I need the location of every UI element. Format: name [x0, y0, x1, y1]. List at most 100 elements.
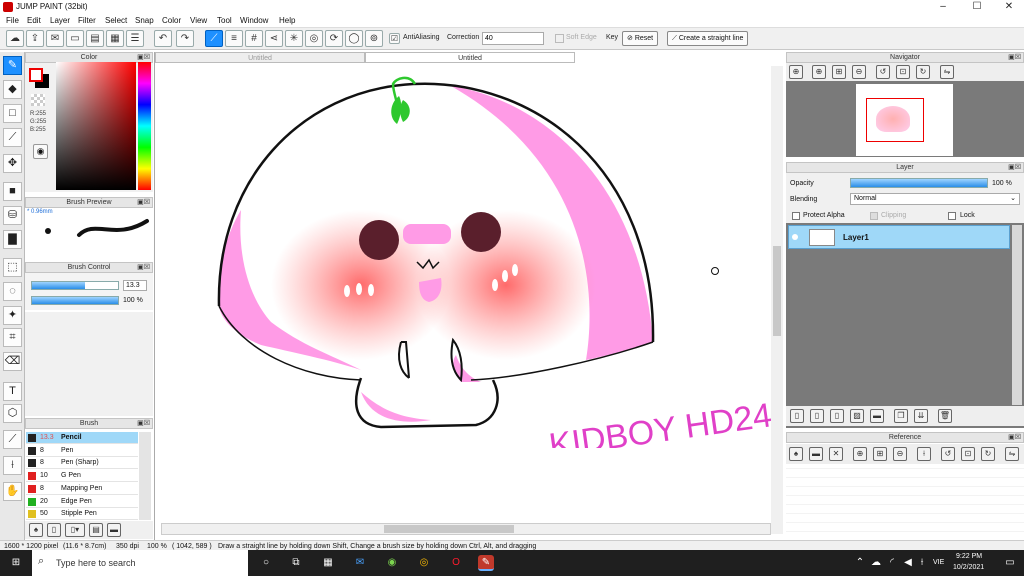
brush-settings-icon[interactable]: ♠: [29, 523, 43, 537]
canvas-horizontal-scrollbar[interactable]: [161, 523, 771, 535]
eraser-tool-icon[interactable]: ◆: [3, 80, 22, 99]
jump-paint-taskbar-icon[interactable]: ✎: [478, 555, 494, 571]
flip-icon[interactable]: ⇋: [940, 65, 954, 79]
menu-snap[interactable]: Snap: [135, 16, 154, 25]
taskbar-search-box[interactable]: ⌕ Type here to search: [32, 550, 248, 576]
menu-filter[interactable]: Filter: [78, 16, 96, 25]
delete-layer-icon[interactable]: 🗑: [938, 409, 952, 423]
brush-opacity-slider[interactable]: [31, 296, 119, 305]
menu-layer[interactable]: Layer: [50, 16, 70, 25]
tray-chevron-icon[interactable]: ⌃: [852, 555, 868, 571]
menu-view[interactable]: View: [190, 16, 207, 25]
hand-tool-icon[interactable]: ✋: [3, 482, 22, 501]
share-icon[interactable]: ⇪: [26, 30, 44, 47]
tray-date[interactable]: 10/2/2021: [953, 564, 984, 571]
duplicate-layer-icon[interactable]: ❐: [894, 409, 908, 423]
layer-opacity-slider[interactable]: [850, 178, 988, 188]
select-rect-icon[interactable]: ⬚: [3, 258, 22, 277]
reset-button[interactable]: ⊘ Reset: [622, 31, 659, 46]
brush-list-scrollbar[interactable]: [139, 432, 151, 520]
line-tool-icon[interactable]: ⟋: [3, 128, 22, 147]
opera-icon[interactable]: O: [448, 555, 464, 571]
gradient-tool-icon[interactable]: ▇: [3, 230, 22, 249]
notifications-icon[interactable]: ▭: [1002, 555, 1018, 571]
ref-eyedropper-icon[interactable]: ⟊: [917, 447, 931, 461]
menu-edit[interactable]: Edit: [27, 16, 41, 25]
brush-size-value[interactable]: 13.3: [123, 280, 147, 291]
undo-icon[interactable]: ↶: [154, 30, 172, 47]
vertical-scroll-thumb[interactable]: [773, 246, 781, 336]
tab-untitled-1[interactable]: Untitled: [155, 52, 365, 63]
palette-icon[interactable]: ◉: [33, 144, 48, 159]
select-pen-icon[interactable]: ⌗: [3, 328, 22, 347]
lasso-icon[interactable]: ◌: [3, 282, 22, 301]
protect-alpha-checkbox[interactable]: [792, 212, 800, 220]
navigator-preview[interactable]: [856, 84, 953, 156]
ref-zoom-out-icon[interactable]: ⊖: [893, 447, 907, 461]
ref-zoom-actual-icon[interactable]: ⊞: [873, 447, 887, 461]
divider-tool-icon[interactable]: ⟋: [3, 430, 22, 449]
close-icon[interactable]: ▣☒: [137, 198, 150, 207]
ref-flip-icon[interactable]: ⇋: [1005, 447, 1019, 461]
antialiasing-checkbox[interactable]: ☑: [389, 33, 400, 44]
artwork-canvas[interactable]: KIDBOY HD247: [213, 68, 773, 448]
menu-file[interactable]: File: [6, 16, 19, 25]
text-tool-icon[interactable]: T: [3, 382, 22, 401]
folder-brush-icon[interactable]: ▬: [107, 523, 121, 537]
reference-view[interactable]: [786, 466, 1024, 540]
close-icon[interactable]: ▣☒: [1008, 53, 1021, 62]
ref-rotate-left-icon[interactable]: ↺: [941, 447, 955, 461]
zoom-out-icon[interactable]: ⊖: [852, 65, 866, 79]
brush-tool-icon[interactable]: ✎: [3, 56, 22, 75]
tray-language[interactable]: VIE: [933, 559, 944, 566]
chrome-icon[interactable]: ◎: [416, 555, 432, 571]
brush-row-pencil[interactable]: 13.3 Pencil: [26, 432, 138, 444]
snap-off-icon[interactable]: ⟋: [205, 30, 223, 47]
snap-cross-icon[interactable]: #: [245, 30, 263, 47]
snap-radial-icon[interactable]: ✳: [285, 30, 303, 47]
cortana-icon[interactable]: ○: [258, 555, 274, 571]
minimize-button[interactable]: –: [928, 0, 958, 14]
magic-wand-icon[interactable]: ✦: [3, 306, 22, 325]
clipping-checkbox[interactable]: [870, 212, 878, 220]
ref-fit-icon[interactable]: ⊡: [961, 447, 975, 461]
eyedropper-icon[interactable]: ⟊: [3, 456, 22, 475]
grid-icon[interactable]: ▦: [106, 30, 124, 47]
shape-tool-icon[interactable]: ■: [3, 182, 22, 201]
move-tool-icon[interactable]: ✥: [3, 154, 22, 173]
soft-edge-checkbox[interactable]: [555, 34, 564, 43]
open-reference-icon[interactable]: ▬: [809, 447, 823, 461]
snap-settings-icon[interactable]: ⊚: [365, 30, 383, 47]
layer-visibility-icon[interactable]: [792, 234, 798, 240]
zoom-in-icon[interactable]: ⊕: [812, 65, 826, 79]
reference-settings-icon[interactable]: ♠: [789, 447, 803, 461]
app-icon-green[interactable]: ◉: [384, 555, 400, 571]
brush-row-pen-sharp[interactable]: 8 Pen (Sharp): [26, 457, 138, 470]
hue-slider[interactable]: [138, 62, 151, 190]
brush-row-stipple-pen[interactable]: 50 Stipple Pen: [26, 508, 138, 521]
mail-icon[interactable]: ✉: [352, 555, 368, 571]
menu-window[interactable]: Window: [240, 16, 268, 25]
layer-list-scrollbar[interactable]: [1012, 225, 1022, 405]
menu-select[interactable]: Select: [105, 16, 127, 25]
lock-checkbox[interactable]: [948, 212, 956, 220]
close-icon[interactable]: ▣☒: [1008, 163, 1021, 172]
layer-row[interactable]: Layer1: [788, 225, 1010, 249]
list-icon[interactable]: ☰: [126, 30, 144, 47]
cloud-icon[interactable]: ☁: [6, 30, 24, 47]
menu-color[interactable]: Color: [162, 16, 181, 25]
merge-layer-icon[interactable]: ⇊: [914, 409, 928, 423]
correction-input[interactable]: [482, 32, 544, 45]
tray-wifi-icon[interactable]: ◜: [884, 555, 900, 571]
ref-zoom-in-icon[interactable]: ⊕: [853, 447, 867, 461]
color-saturation-picker[interactable]: [56, 62, 136, 190]
new-1bit-layer-icon[interactable]: ▯: [830, 409, 844, 423]
chat-icon[interactable]: ▭: [66, 30, 84, 47]
operation-tool-icon[interactable]: ⬡: [3, 404, 22, 423]
brush-row-g-pen[interactable]: 10 G Pen: [26, 470, 138, 483]
rect-tool-icon[interactable]: □: [3, 104, 22, 123]
tray-time[interactable]: 9:22 PM: [956, 553, 982, 560]
store-icon[interactable]: ▦: [320, 555, 336, 571]
ref-rotate-right-icon[interactable]: ↻: [981, 447, 995, 461]
foreground-color-swatch[interactable]: [29, 68, 43, 82]
